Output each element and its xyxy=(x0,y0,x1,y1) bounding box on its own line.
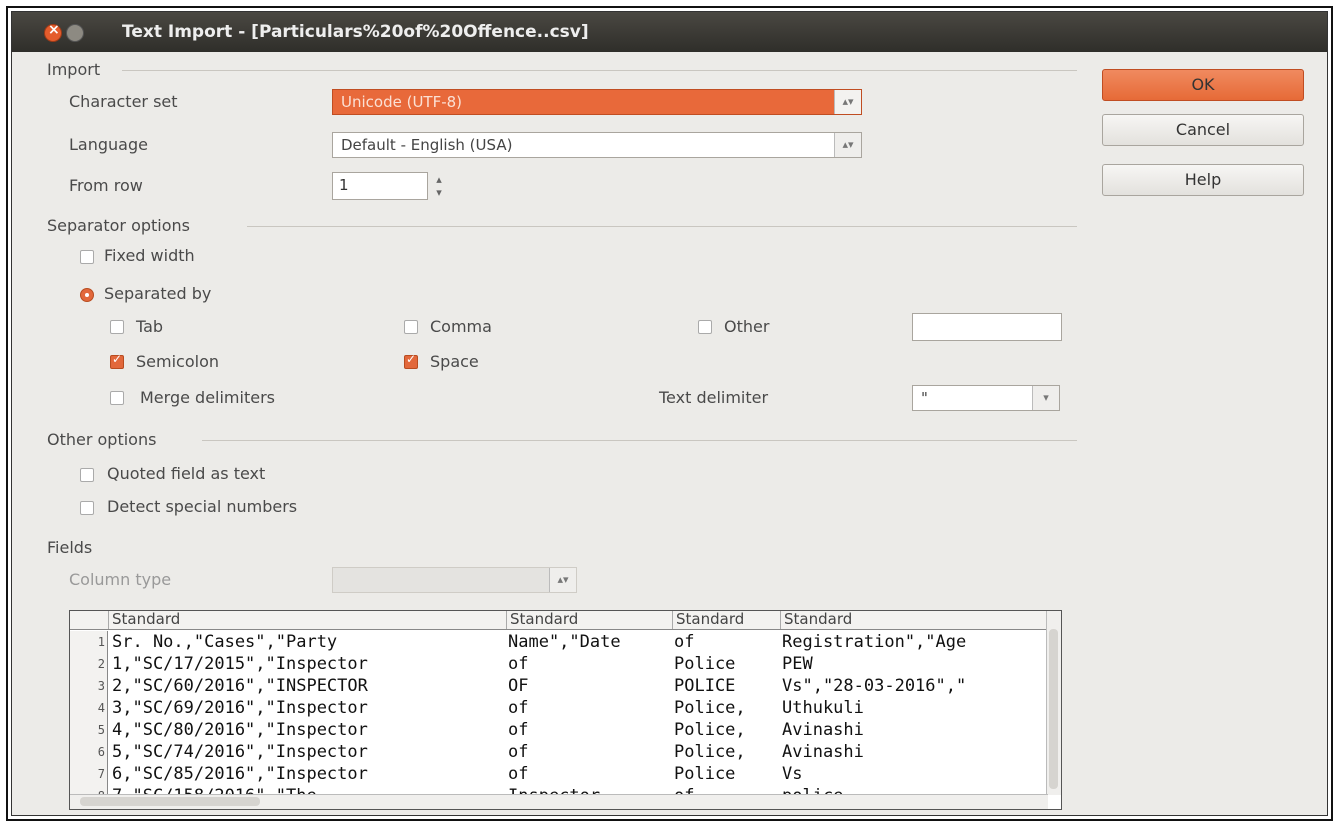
semicolon-checkbox[interactable] xyxy=(110,352,124,369)
charset-select[interactable]: Unicode (UTF-8) ▴▾ xyxy=(332,89,862,115)
row-number[interactable]: 1 xyxy=(70,631,108,653)
preview-header: Standard Standard Standard Standard xyxy=(70,611,1048,630)
fromrow-stepper-icon[interactable]: ▴ ▾ xyxy=(430,173,448,201)
detect-numbers-label: Detect special numbers xyxy=(107,497,298,516)
row-number[interactable]: 4 xyxy=(70,697,108,719)
detect-numbers-checkbox[interactable] xyxy=(80,501,94,515)
table-cell: of xyxy=(674,632,695,652)
table-cell: Name","Date xyxy=(508,632,621,652)
table-cell: Police, xyxy=(674,698,746,718)
other-checkbox[interactable] xyxy=(698,320,712,334)
help-button[interactable]: Help xyxy=(1102,164,1304,196)
semicolon-label: Semicolon xyxy=(136,352,219,371)
text-delimiter-label: Text delimiter xyxy=(659,388,769,407)
table-cell: Avinashi xyxy=(782,720,864,740)
fromrow-label: From row xyxy=(69,176,143,195)
table-cell: 5,"SC/74/2016","Inspector xyxy=(112,742,368,762)
charset-label: Character set xyxy=(69,92,178,111)
row-number[interactable]: 5 xyxy=(70,719,108,741)
ok-button[interactable]: OK xyxy=(1102,69,1304,101)
merge-delimiters-checkbox[interactable] xyxy=(110,391,124,405)
column-header[interactable]: Standard xyxy=(108,611,506,629)
fixed-width-label: Fixed width xyxy=(104,246,195,265)
chevron-down-icon: ▾ xyxy=(1032,386,1059,410)
import-divider xyxy=(122,70,1077,71)
separated-by-label: Separated by xyxy=(104,284,212,303)
table-cell: Uthukuli xyxy=(782,698,864,718)
space-label: Space xyxy=(430,352,479,371)
import-section-label: Import xyxy=(47,60,101,79)
column-type-select[interactable]: ▴▾ xyxy=(332,567,577,593)
chevron-updown-icon: ▴▾ xyxy=(834,133,861,157)
table-cell: POLICE xyxy=(674,676,736,696)
charset-value: Unicode (UTF-8) xyxy=(341,93,463,111)
table-cell: PEW xyxy=(782,654,813,674)
table-cell: OF xyxy=(508,676,529,696)
close-icon[interactable] xyxy=(44,22,62,42)
table-cell: Police, xyxy=(674,742,746,762)
horizontal-scrollbar[interactable] xyxy=(70,794,1048,809)
merge-delimiters-label: Merge delimiters xyxy=(140,388,275,407)
chevron-updown-icon: ▴▾ xyxy=(834,90,861,114)
window-title: Text Import - [Particulars%20of%20Offenc… xyxy=(122,22,589,42)
quoted-field-checkbox[interactable] xyxy=(80,468,94,482)
other-options-section-label: Other options xyxy=(47,430,157,449)
table-cell: 4,"SC/80/2016","Inspector xyxy=(112,720,368,740)
table-cell: 2,"SC/60/2016","INSPECTOR xyxy=(112,676,368,696)
comma-checkbox[interactable] xyxy=(404,320,418,334)
table-cell: of xyxy=(508,764,529,784)
fixed-width-checkbox[interactable] xyxy=(80,250,94,264)
tab-checkbox[interactable] xyxy=(110,320,124,334)
other-label: Other xyxy=(724,317,770,336)
separated-by-radio[interactable] xyxy=(80,288,94,302)
column-header[interactable]: Standard xyxy=(780,611,1048,629)
fields-preview-table[interactable]: Standard Standard Standard Standard 1 Sr.… xyxy=(69,610,1062,810)
quoted-field-label: Quoted field as text xyxy=(107,464,266,483)
language-value: Default - English (USA) xyxy=(341,136,513,154)
table-cell: 3,"SC/69/2016","Inspector xyxy=(112,698,368,718)
column-header[interactable]: Standard xyxy=(672,611,780,629)
other-input[interactable] xyxy=(912,313,1062,341)
tab-label: Tab xyxy=(136,317,164,336)
table-cell: of xyxy=(508,742,529,762)
language-select[interactable]: Default - English (USA) ▴▾ xyxy=(332,132,862,158)
table-cell: of xyxy=(508,698,529,718)
table-cell: Avinashi xyxy=(782,742,864,762)
text-delimiter-value: " xyxy=(921,389,928,407)
column-header[interactable]: Standard xyxy=(506,611,672,629)
separator-divider xyxy=(247,226,1077,227)
comma-label: Comma xyxy=(430,317,492,336)
text-delimiter-select[interactable]: " ▾ xyxy=(912,385,1060,411)
row-number[interactable]: 3 xyxy=(70,675,108,697)
row-number[interactable]: 2 xyxy=(70,653,108,675)
table-cell: of xyxy=(508,720,529,740)
space-checkbox[interactable] xyxy=(404,352,418,369)
table-cell: Sr. No.,"Cases","Party xyxy=(112,632,338,652)
column-type-label: Column type xyxy=(69,570,172,589)
minimize-icon[interactable] xyxy=(66,24,84,42)
table-cell: Police, xyxy=(674,720,746,740)
separator-section-label: Separator options xyxy=(47,216,190,235)
table-cell: of xyxy=(508,654,529,674)
cancel-button[interactable]: Cancel xyxy=(1102,114,1304,146)
chevron-updown-icon: ▴▾ xyxy=(549,568,576,592)
fromrow-input[interactable]: 1 xyxy=(332,172,428,200)
table-cell: 1,"SC/17/2015","Inspector xyxy=(112,654,368,674)
row-number[interactable]: 6 xyxy=(70,741,108,763)
language-label: Language xyxy=(69,135,148,154)
title-bar: Text Import - [Particulars%20of%20Offenc… xyxy=(12,12,1327,52)
table-cell: Vs","28-03-2016"," xyxy=(782,676,967,696)
other-options-divider xyxy=(202,440,1077,441)
table-cell: Registration","Age xyxy=(782,632,967,652)
row-number[interactable]: 7 xyxy=(70,763,108,785)
table-cell: Police xyxy=(674,764,736,784)
table-cell: Vs xyxy=(782,764,803,784)
fields-section-label: Fields xyxy=(47,538,93,557)
table-cell: 6,"SC/85/2016","Inspector xyxy=(112,764,368,784)
text-import-dialog: Import Character set Unicode (UTF-8) ▴▾ … xyxy=(12,52,1327,815)
vertical-scrollbar[interactable] xyxy=(1046,611,1061,795)
scroll-thumb[interactable] xyxy=(1049,629,1058,789)
scroll-thumb[interactable] xyxy=(80,797,260,806)
table-cell: Police xyxy=(674,654,736,674)
